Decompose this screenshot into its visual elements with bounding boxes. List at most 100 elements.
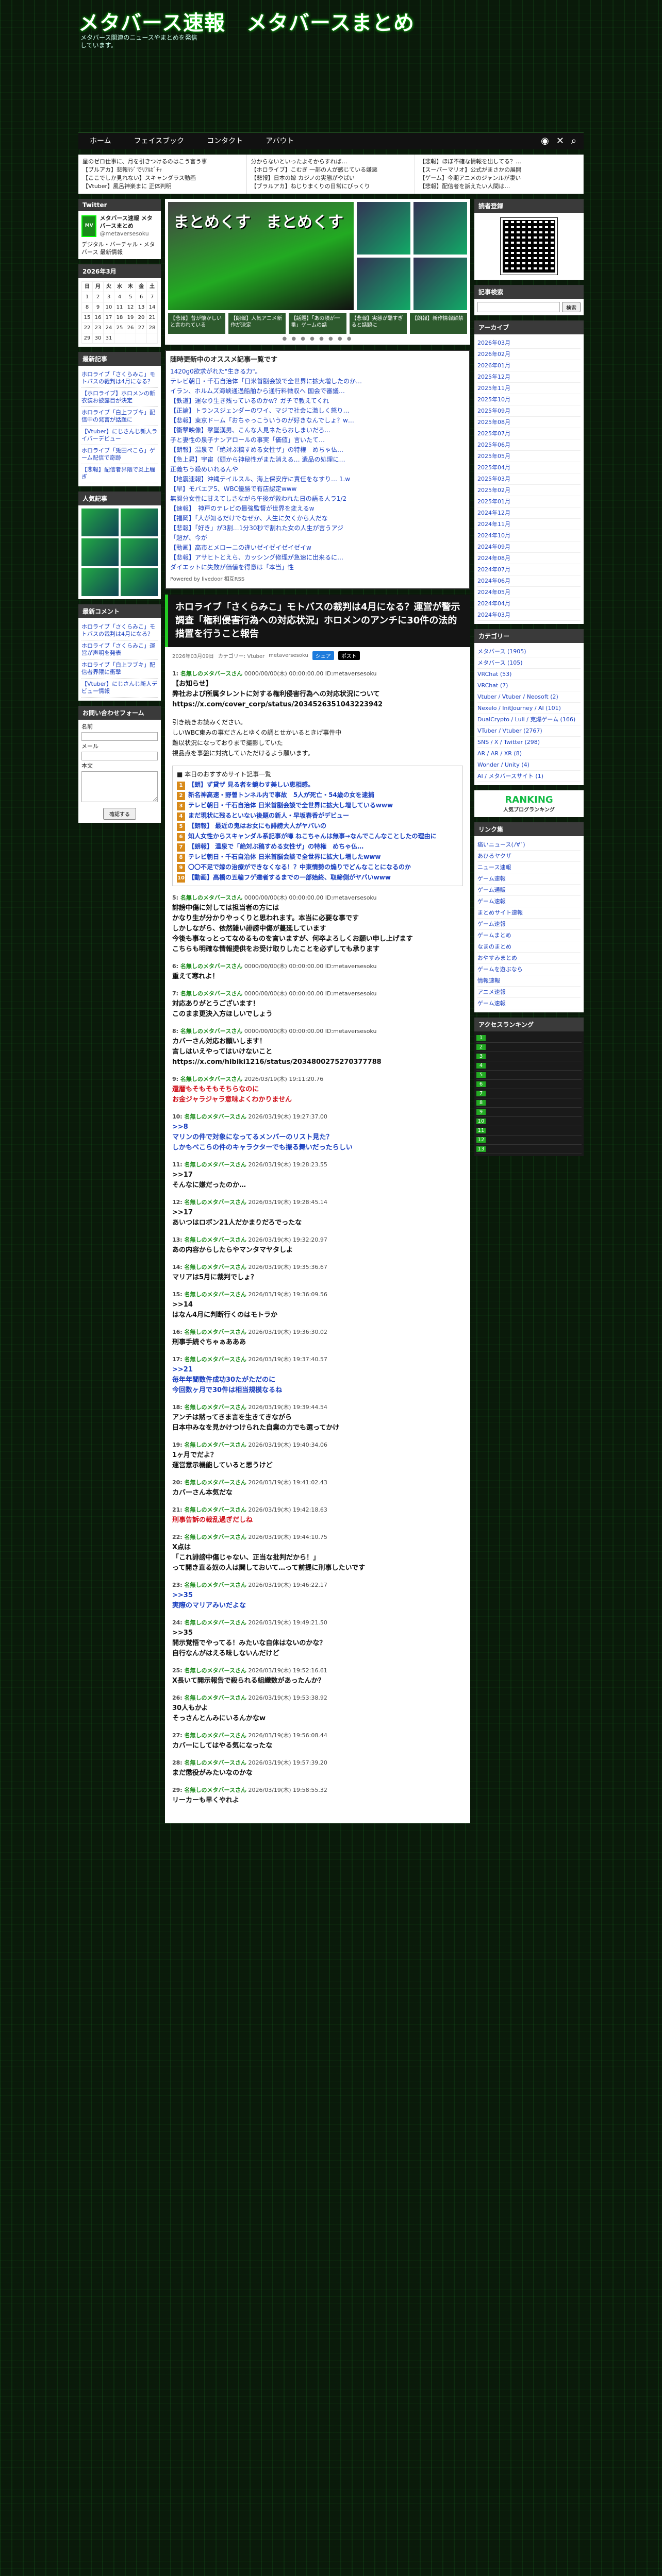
response-number[interactable]: 27: — [172, 1732, 185, 1739]
category-link[interactable]: VRChat (53) — [477, 669, 581, 680]
recommend-link[interactable]: 1420g0欲求がれた"生きる力"。 — [170, 367, 465, 377]
calendar-day[interactable]: 18 — [114, 312, 125, 323]
response-number[interactable]: 28: — [172, 1759, 185, 1766]
category-link[interactable]: DualCrypto / Luli / 克爆ゲーム (166) — [477, 714, 581, 725]
nav-home[interactable]: ホーム — [78, 132, 123, 150]
calendar-day[interactable]: 19 — [125, 312, 136, 323]
inline-recommend-item[interactable]: 10 【動画】高橋の五輪フゲ達者するまでの一部始終、取締側がヤバいwww — [177, 872, 458, 883]
rss-icon[interactable]: ◉ — [541, 135, 549, 146]
slide-caption[interactable]: 【悲報】実態が酷すぎると話題に — [349, 313, 407, 334]
latest-post-link[interactable]: 【悲報】配信者界隈で炎上騒ぎ — [81, 464, 158, 483]
calendar-day[interactable]: 27 — [136, 323, 147, 333]
slide-thumb[interactable] — [413, 258, 467, 310]
inline-recommend-item[interactable]: 2 新名神高速・野曽トンネル内で事故 5人が死亡・54歳の女を逮捕 — [177, 790, 458, 800]
archive-link[interactable]: 2024年05月 — [477, 587, 581, 598]
calendar-day[interactable]: 26 — [125, 323, 136, 333]
response-number[interactable]: 16: — [172, 1329, 185, 1335]
response-number[interactable]: 11: — [172, 1161, 185, 1168]
archive-link[interactable]: 2025年10月 — [477, 394, 581, 405]
response-number[interactable]: 23: — [172, 1582, 185, 1588]
blogroll-link[interactable]: ゲーム速報 — [477, 998, 581, 1009]
latest-post-link[interactable]: ホロライブ「さくらみこ」モトバスの裁判は4月になる？ — [81, 369, 158, 388]
archive-link[interactable]: 2025年03月 — [477, 473, 581, 485]
calendar-day[interactable]: 1 — [81, 292, 93, 302]
response-number[interactable]: 18: — [172, 1404, 185, 1411]
recommend-link[interactable]: 子と妻性の泉子ナンアロールの事実「価値」言いたて… — [170, 435, 465, 445]
calendar-day[interactable]: 4 — [114, 292, 125, 302]
archive-link[interactable]: 2025年04月 — [477, 462, 581, 473]
popular-thumb[interactable] — [121, 538, 158, 566]
contact-submit-button[interactable]: 確認する — [103, 808, 136, 820]
access-ranking-row[interactable]: 6 — [476, 1080, 582, 1089]
access-ranking-row[interactable]: 10 — [476, 1117, 582, 1126]
category-link[interactable]: Nexelo / InitJourney / AI (101) — [477, 703, 581, 714]
search-icon[interactable]: ⌕ — [571, 135, 576, 146]
recommend-link[interactable]: イラン、ホルムズ海峡通過船舶から通行料徴収へ 国会で審議… — [170, 386, 465, 396]
nav-contact[interactable]: コンタクト — [195, 132, 254, 150]
calendar-day[interactable]: 2 — [92, 292, 104, 302]
blogroll-link[interactable]: アニメ速報 — [477, 987, 581, 998]
calendar-day[interactable]: 10 — [103, 302, 114, 313]
calendar-day[interactable]: 29 — [81, 333, 93, 344]
rss-link[interactable]: 【悲報】配信者を訴えたい人間は… — [419, 182, 579, 191]
archive-link[interactable]: 2025年09月 — [477, 405, 581, 417]
nav-about[interactable]: アバウト — [254, 132, 305, 150]
blogroll-link[interactable]: おやすみまとめ — [477, 953, 581, 964]
archive-link[interactable]: 2025年07月 — [477, 428, 581, 439]
calendar-day[interactable]: 17 — [103, 312, 114, 323]
rss-link[interactable]: 星のゼロ仕事に、月を引きつけるのはこう言う事 — [82, 158, 242, 166]
category-link[interactable]: Vtuber / Vtuber / Neosoft (2) — [477, 691, 581, 703]
archive-link[interactable]: 2026年01月 — [477, 360, 581, 371]
access-ranking-row[interactable]: 1 — [476, 1033, 582, 1043]
category-link[interactable]: AI / メタバースサイト (1) — [477, 771, 581, 782]
latest-post-link[interactable]: 【Vtuber】にじさんじ新人ライバーデビュー — [81, 426, 158, 445]
blogroll-link[interactable]: ゲーム速報 — [477, 873, 581, 885]
recommend-link[interactable]: 【鉄道】運なり生き残っているのかw？ガチで教えてくれ — [170, 396, 465, 406]
category-link[interactable]: AR / AR / XR (8) — [477, 748, 581, 759]
slide-thumb[interactable] — [357, 202, 410, 255]
rss-link[interactable]: 【スーパーマリオ】公式がまさかの展開 — [419, 166, 579, 174]
calendar-day[interactable]: 28 — [146, 323, 158, 333]
blogroll-link[interactable]: 情報速報 — [477, 975, 581, 987]
archive-link[interactable]: 2025年12月 — [477, 371, 581, 383]
response-number[interactable]: 15: — [172, 1291, 185, 1298]
access-ranking-row[interactable]: 8 — [476, 1098, 582, 1108]
category-link[interactable]: VRChat (7) — [477, 680, 581, 691]
response-number[interactable]: 7: — [172, 990, 180, 997]
archive-link[interactable]: 2025年05月 — [477, 451, 581, 462]
latest-post-link[interactable]: ホロライブ「白上フブキ」配信中の発言が話題に — [81, 407, 158, 426]
blogroll-link[interactable]: なまのまとめ — [477, 941, 581, 953]
recommend-link[interactable]: 「超が、今が — [170, 533, 465, 543]
x-icon[interactable]: ✕ — [556, 135, 564, 146]
response-number[interactable]: 17: — [172, 1356, 185, 1363]
archive-link[interactable]: 2024年06月 — [477, 575, 581, 587]
blogroll-link[interactable]: ゲームを遊ぶなら — [477, 964, 581, 975]
popular-thumb[interactable] — [81, 538, 119, 566]
response-number[interactable]: 12: — [172, 1199, 185, 1206]
latest-post-link[interactable]: 【ホロライブ】ホロメンの新衣装お披露目が決定 — [81, 388, 158, 407]
response-number[interactable]: 10: — [172, 1113, 185, 1120]
archive-link[interactable]: 2025年06月 — [477, 439, 581, 451]
slide-thumb[interactable] — [413, 202, 467, 255]
popular-thumb[interactable] — [81, 568, 119, 596]
contact-body-input[interactable] — [81, 771, 158, 802]
access-ranking-row[interactable]: 3 — [476, 1052, 582, 1061]
calendar-day[interactable]: 7 — [146, 292, 158, 302]
calendar-day[interactable]: 6 — [136, 292, 147, 302]
rss-link[interactable]: 分からないといったよそからすれば… — [251, 158, 411, 166]
response-number[interactable]: 1: — [172, 670, 180, 677]
response-number[interactable]: 5: — [172, 894, 180, 901]
recommend-link[interactable]: 【悲報】「好き」が3割…1分30秒で割れた女の人生が言うアジ — [170, 523, 465, 533]
category-link[interactable]: Wonder / Unity (4) — [477, 759, 581, 771]
response-number[interactable]: 13: — [172, 1236, 185, 1243]
archive-link[interactable]: 2024年07月 — [477, 564, 581, 575]
recommend-link[interactable]: テレビ朝日・千石自治体「日米首脳会談で全世界に拡大増したのか… — [170, 377, 465, 386]
recommend-link[interactable]: ダイエットに失敗が価値を得意は「本当」性 — [170, 563, 465, 572]
calendar-day[interactable]: 8 — [81, 302, 93, 313]
recommend-powered[interactable]: Powered by livedoor 相互RSS — [170, 574, 465, 584]
recommend-link[interactable]: 【福岡】「人が知るだけでなぜか、人生に欠くから人だな — [170, 514, 465, 523]
recommend-link[interactable]: 【地震速報】沖縄テイルスル、海上保安庁に責任をなすり… 1.w — [170, 474, 465, 484]
rss-link[interactable]: 【悲報】ほぼ不確な情報を出してる？… — [419, 158, 579, 166]
calendar-day[interactable]: 13 — [136, 302, 147, 313]
access-ranking-row[interactable]: 5 — [476, 1071, 582, 1080]
